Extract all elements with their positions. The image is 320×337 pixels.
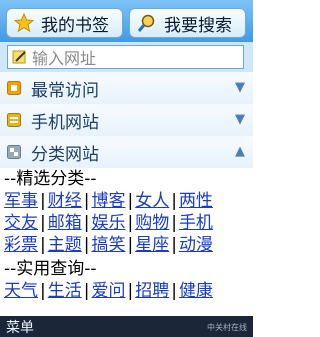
separator: |: [171, 213, 177, 233]
category-link[interactable]: 健康: [179, 281, 213, 301]
category-link[interactable]: 邮箱: [48, 213, 82, 233]
category-link[interactable]: 财经: [48, 191, 82, 211]
bottom-softkey-bar: 菜单 中关村在线: [0, 316, 253, 337]
separator: |: [127, 235, 134, 255]
most-visited-icon: [7, 81, 21, 95]
search-label: 我要搜索: [164, 15, 232, 36]
category-link[interactable]: 手机: [179, 213, 213, 233]
search-icon: [136, 12, 158, 34]
url-bar: 输入网址: [0, 42, 253, 72]
chevron-down-icon: ▼: [235, 80, 245, 95]
category-row: 交友 | 邮箱 | 娱乐 | 购物 | 手机: [4, 212, 213, 234]
separator: |: [40, 235, 46, 255]
bookmarks-label: 我的书签: [41, 15, 109, 36]
section-mobile-sites[interactable]: 手机网站 ▼: [0, 104, 253, 137]
practical-heading: --实用查询--: [4, 259, 97, 279]
category-link[interactable]: 生活: [48, 281, 82, 301]
search-button[interactable]: 我要搜索: [129, 8, 246, 38]
separator: |: [83, 281, 90, 301]
category-link[interactable]: 主题: [48, 235, 82, 255]
category-link[interactable]: 博客: [91, 191, 125, 211]
category-link[interactable]: 两性: [179, 191, 213, 211]
separator: |: [127, 281, 134, 301]
separator: |: [171, 235, 177, 255]
section-label: 分类网站: [31, 144, 99, 165]
separator: |: [40, 213, 46, 233]
category-link[interactable]: 爱问: [91, 281, 125, 301]
watermark: 中关村在线: [207, 323, 247, 332]
url-placeholder: 输入网址: [32, 49, 97, 68]
separator: |: [40, 281, 46, 301]
category-sites-icon: [7, 145, 21, 159]
category-link[interactable]: 彩票: [4, 235, 38, 255]
url-input[interactable]: 输入网址: [7, 45, 244, 69]
category-row: 军事 | 财经 | 博客 | 女人 | 两性: [4, 190, 213, 212]
category-row: 天气 | 生活 | 爱问 | 招聘 | 健康: [4, 280, 213, 302]
separator: |: [127, 191, 134, 211]
separator: |: [171, 281, 177, 301]
mobile-sites-icon: [7, 113, 21, 127]
category-link[interactable]: 星座: [135, 235, 169, 255]
separator: |: [171, 191, 177, 211]
section-label: 最常访问: [31, 80, 99, 101]
section-label: 手机网站: [31, 112, 99, 133]
section-category-sites[interactable]: 分类网站 ▲: [0, 136, 253, 169]
category-link[interactable]: 购物: [135, 213, 169, 233]
separator: |: [83, 235, 90, 255]
category-link[interactable]: 搞笑: [91, 235, 125, 255]
bookmarks-button[interactable]: 我的书签: [6, 8, 123, 38]
top-toolbar: 我的书签 我要搜索: [0, 0, 253, 42]
separator: |: [83, 191, 90, 211]
featured-heading: --精选分类--: [4, 169, 97, 189]
category-link[interactable]: 军事: [4, 191, 38, 211]
chevron-down-icon: ▼: [235, 112, 245, 127]
category-link[interactable]: 天气: [4, 281, 38, 301]
category-link[interactable]: 娱乐: [91, 213, 125, 233]
category-link[interactable]: 女人: [135, 191, 169, 211]
edit-icon: [12, 49, 28, 65]
category-link[interactable]: 招聘: [135, 281, 169, 301]
star-icon: [13, 12, 35, 34]
category-link[interactable]: 交友: [4, 213, 38, 233]
separator: |: [127, 213, 134, 233]
chevron-up-icon: ▲: [235, 144, 245, 159]
category-row: 彩票 | 主题 | 搞笑 | 星座 | 动漫: [4, 234, 213, 256]
section-most-visited[interactable]: 最常访问 ▼: [0, 72, 253, 105]
menu-softkey[interactable]: 菜单: [6, 317, 34, 337]
category-link[interactable]: 动漫: [179, 235, 213, 255]
separator: |: [40, 191, 46, 211]
category-list: --精选分类-- 军事 | 财经 | 博客 | 女人 | 两性 交友 | 邮箱 | 娱乐 | 购物 | 手机 彩…: [0, 168, 253, 316]
separator: |: [83, 213, 90, 233]
